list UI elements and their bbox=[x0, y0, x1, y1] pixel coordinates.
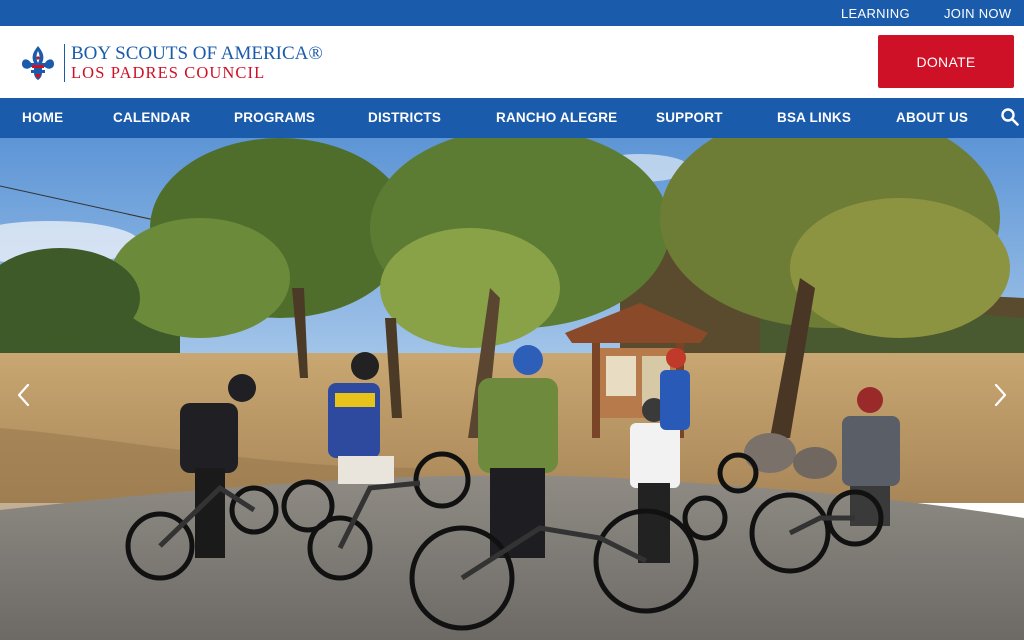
fleur-de-lis-icon bbox=[22, 46, 54, 80]
hero-image bbox=[0, 138, 1024, 640]
site-header: BOY SCOUTS OF AMERICA® LOS PADRES COUNCI… bbox=[0, 26, 1024, 98]
nav-item-calendar[interactable]: CALENDAR bbox=[113, 110, 190, 125]
nav-item-districts[interactable]: DISTRICTS bbox=[368, 110, 441, 125]
nav-item-rancho-alegre[interactable]: RANCHO ALEGRE bbox=[496, 110, 617, 125]
nav-item-bsa-links[interactable]: BSA LINKS bbox=[777, 110, 851, 125]
nav-item-home[interactable]: HOME bbox=[22, 110, 63, 125]
learning-link[interactable]: LEARNING bbox=[841, 6, 910, 21]
hero-carousel bbox=[0, 138, 1024, 640]
nav-item-about-us[interactable]: ABOUT US bbox=[896, 110, 968, 125]
main-nav: HOME CALENDAR PROGRAMS DISTRICTS RANCHO … bbox=[0, 98, 1024, 138]
nav-item-programs[interactable]: PROGRAMS bbox=[234, 110, 315, 125]
council-logo[interactable]: BOY SCOUTS OF AMERICA® LOS PADRES COUNCI… bbox=[20, 42, 323, 84]
logo-text: BOY SCOUTS OF AMERICA® LOS PADRES COUNCI… bbox=[71, 44, 323, 82]
logo-org-name: BOY SCOUTS OF AMERICA® bbox=[71, 43, 323, 64]
utility-bar: LEARNING JOIN NOW bbox=[0, 0, 1024, 26]
logo-council-name: LOS PADRES COUNCIL bbox=[71, 63, 266, 82]
chevron-left-icon[interactable] bbox=[12, 382, 36, 408]
chevron-right-icon[interactable] bbox=[988, 382, 1012, 408]
donate-button[interactable]: DONATE bbox=[878, 35, 1014, 88]
logo-divider bbox=[64, 44, 65, 82]
nav-item-support[interactable]: SUPPORT bbox=[656, 110, 723, 125]
search-icon[interactable] bbox=[1000, 107, 1020, 127]
join-now-link[interactable]: JOIN NOW bbox=[944, 6, 1011, 21]
